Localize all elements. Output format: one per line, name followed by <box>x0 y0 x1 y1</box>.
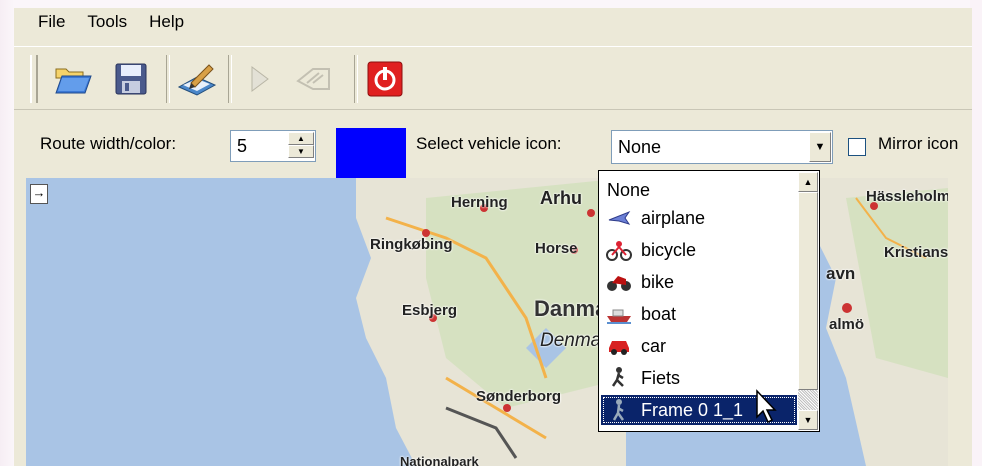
route-width-label: Route width/color: <box>40 134 177 153</box>
map-label-kobenhavn: avn <box>826 264 856 283</box>
dropdown-item-bicycle[interactable]: bicycle <box>601 235 797 265</box>
stepper-up-button[interactable]: ▲ <box>288 132 314 145</box>
scroll-up-button[interactable]: ▲ <box>798 172 818 192</box>
dropdown-item-none[interactable]: None <box>601 175 797 205</box>
vehicle-icon-dropdown: None airplane bicycle bike boat car Fiet… <box>598 170 820 432</box>
scroll-down-button[interactable]: ▼ <box>798 410 818 430</box>
map-label-hassleholm: Hässleholm <box>866 188 948 205</box>
backdrop-top <box>0 0 982 8</box>
dropdown-item-boat[interactable]: boat <box>601 299 797 329</box>
dropdown-item-airplane[interactable]: airplane <box>601 203 797 233</box>
menu-file[interactable]: File <box>38 12 65 32</box>
stepper-down-button[interactable]: ▼ <box>288 145 314 158</box>
menu-tools[interactable]: Tools <box>87 12 127 32</box>
bicycle-icon <box>605 238 633 262</box>
dropdown-scrollbar[interactable]: ▲ ▼ <box>798 172 818 430</box>
route-width-stepper[interactable]: 5 ▲ ▼ <box>230 130 316 162</box>
backdrop-left <box>0 0 14 466</box>
pan-arrow-icon[interactable]: → <box>30 184 48 204</box>
map-label-nationalpark: Nationalpark <box>400 454 479 466</box>
toolbar-separator <box>354 55 358 103</box>
dropdown-item-car[interactable]: car <box>601 331 797 361</box>
map-label-ringkobing: Ringkøbing <box>370 236 453 253</box>
open-button[interactable] <box>50 56 96 102</box>
fiets-icon <box>605 366 633 390</box>
edit-icon <box>177 64 217 96</box>
dropdown-item-label: Frame 0 1_1 <box>641 399 744 420</box>
step-button[interactable] <box>292 56 338 102</box>
vehicle-icon-label: Select vehicle icon: <box>416 134 562 153</box>
vehicle-icon-select[interactable]: None ▼ <box>611 130 833 164</box>
vehicle-icon-value: None <box>618 137 662 157</box>
toolbar-grip[interactable] <box>30 55 38 103</box>
save-button[interactable] <box>108 56 154 102</box>
bike-icon <box>605 270 633 294</box>
play-button[interactable] <box>236 56 282 102</box>
airplane-icon <box>605 206 633 230</box>
dropdown-item-label: boat <box>641 303 677 324</box>
options-row: Route width/color: 5 ▲ ▼ Select vehicle … <box>14 108 972 178</box>
step-icon <box>296 68 330 90</box>
play-icon <box>251 66 269 92</box>
map-label-horsens: Horse <box>535 240 578 257</box>
toolbar-separator <box>228 55 232 103</box>
edit-button[interactable] <box>174 56 220 102</box>
map-label-malmo: almö <box>829 316 865 333</box>
scroll-thumb[interactable] <box>798 192 818 390</box>
dropdown-item-label: car <box>641 335 667 356</box>
mirror-icon-label: Mirror icon <box>878 134 959 153</box>
scroll-track[interactable] <box>798 390 818 410</box>
toolbar-separator <box>166 55 170 103</box>
mirror-icon-checkbox[interactable] <box>848 138 866 156</box>
map-label-esbjerg: Esbjerg <box>402 302 458 319</box>
menubar: File Tools Help <box>14 8 972 36</box>
dropdown-item-label: bicycle <box>641 239 697 260</box>
mouse-cursor-icon <box>756 389 777 424</box>
route-color-swatch[interactable] <box>336 128 406 178</box>
menu-help[interactable]: Help <box>149 12 184 32</box>
map-label-kristianstad: Kristiansta <box>884 244 948 261</box>
dropdown-item-label: Fiets <box>641 367 681 388</box>
dropdown-item-label: None <box>607 179 651 200</box>
route-width-value: 5 <box>237 136 248 156</box>
open-icon <box>55 68 92 94</box>
boat-icon <box>605 302 633 326</box>
map-label-denmark-italic: Denma <box>540 330 602 351</box>
chevron-down-icon[interactable]: ▼ <box>809 132 831 162</box>
power-icon <box>367 61 403 97</box>
dropdown-item-label: bike <box>641 271 675 292</box>
save-icon <box>115 63 147 95</box>
dropdown-item-bike[interactable]: bike <box>601 267 797 297</box>
map-label-sonderborg: Sønderborg <box>476 388 561 405</box>
car-icon <box>605 334 633 358</box>
walker-icon <box>605 398 633 422</box>
map-label-denmark: Danma <box>534 296 608 321</box>
power-button[interactable] <box>362 56 408 102</box>
stepper-buttons: ▲ ▼ <box>288 132 314 160</box>
map-label-arhus: Arhu <box>540 188 582 208</box>
toolbar <box>14 46 972 110</box>
dropdown-item-label: airplane <box>641 207 706 228</box>
map-label-herning: Herning <box>451 194 508 211</box>
